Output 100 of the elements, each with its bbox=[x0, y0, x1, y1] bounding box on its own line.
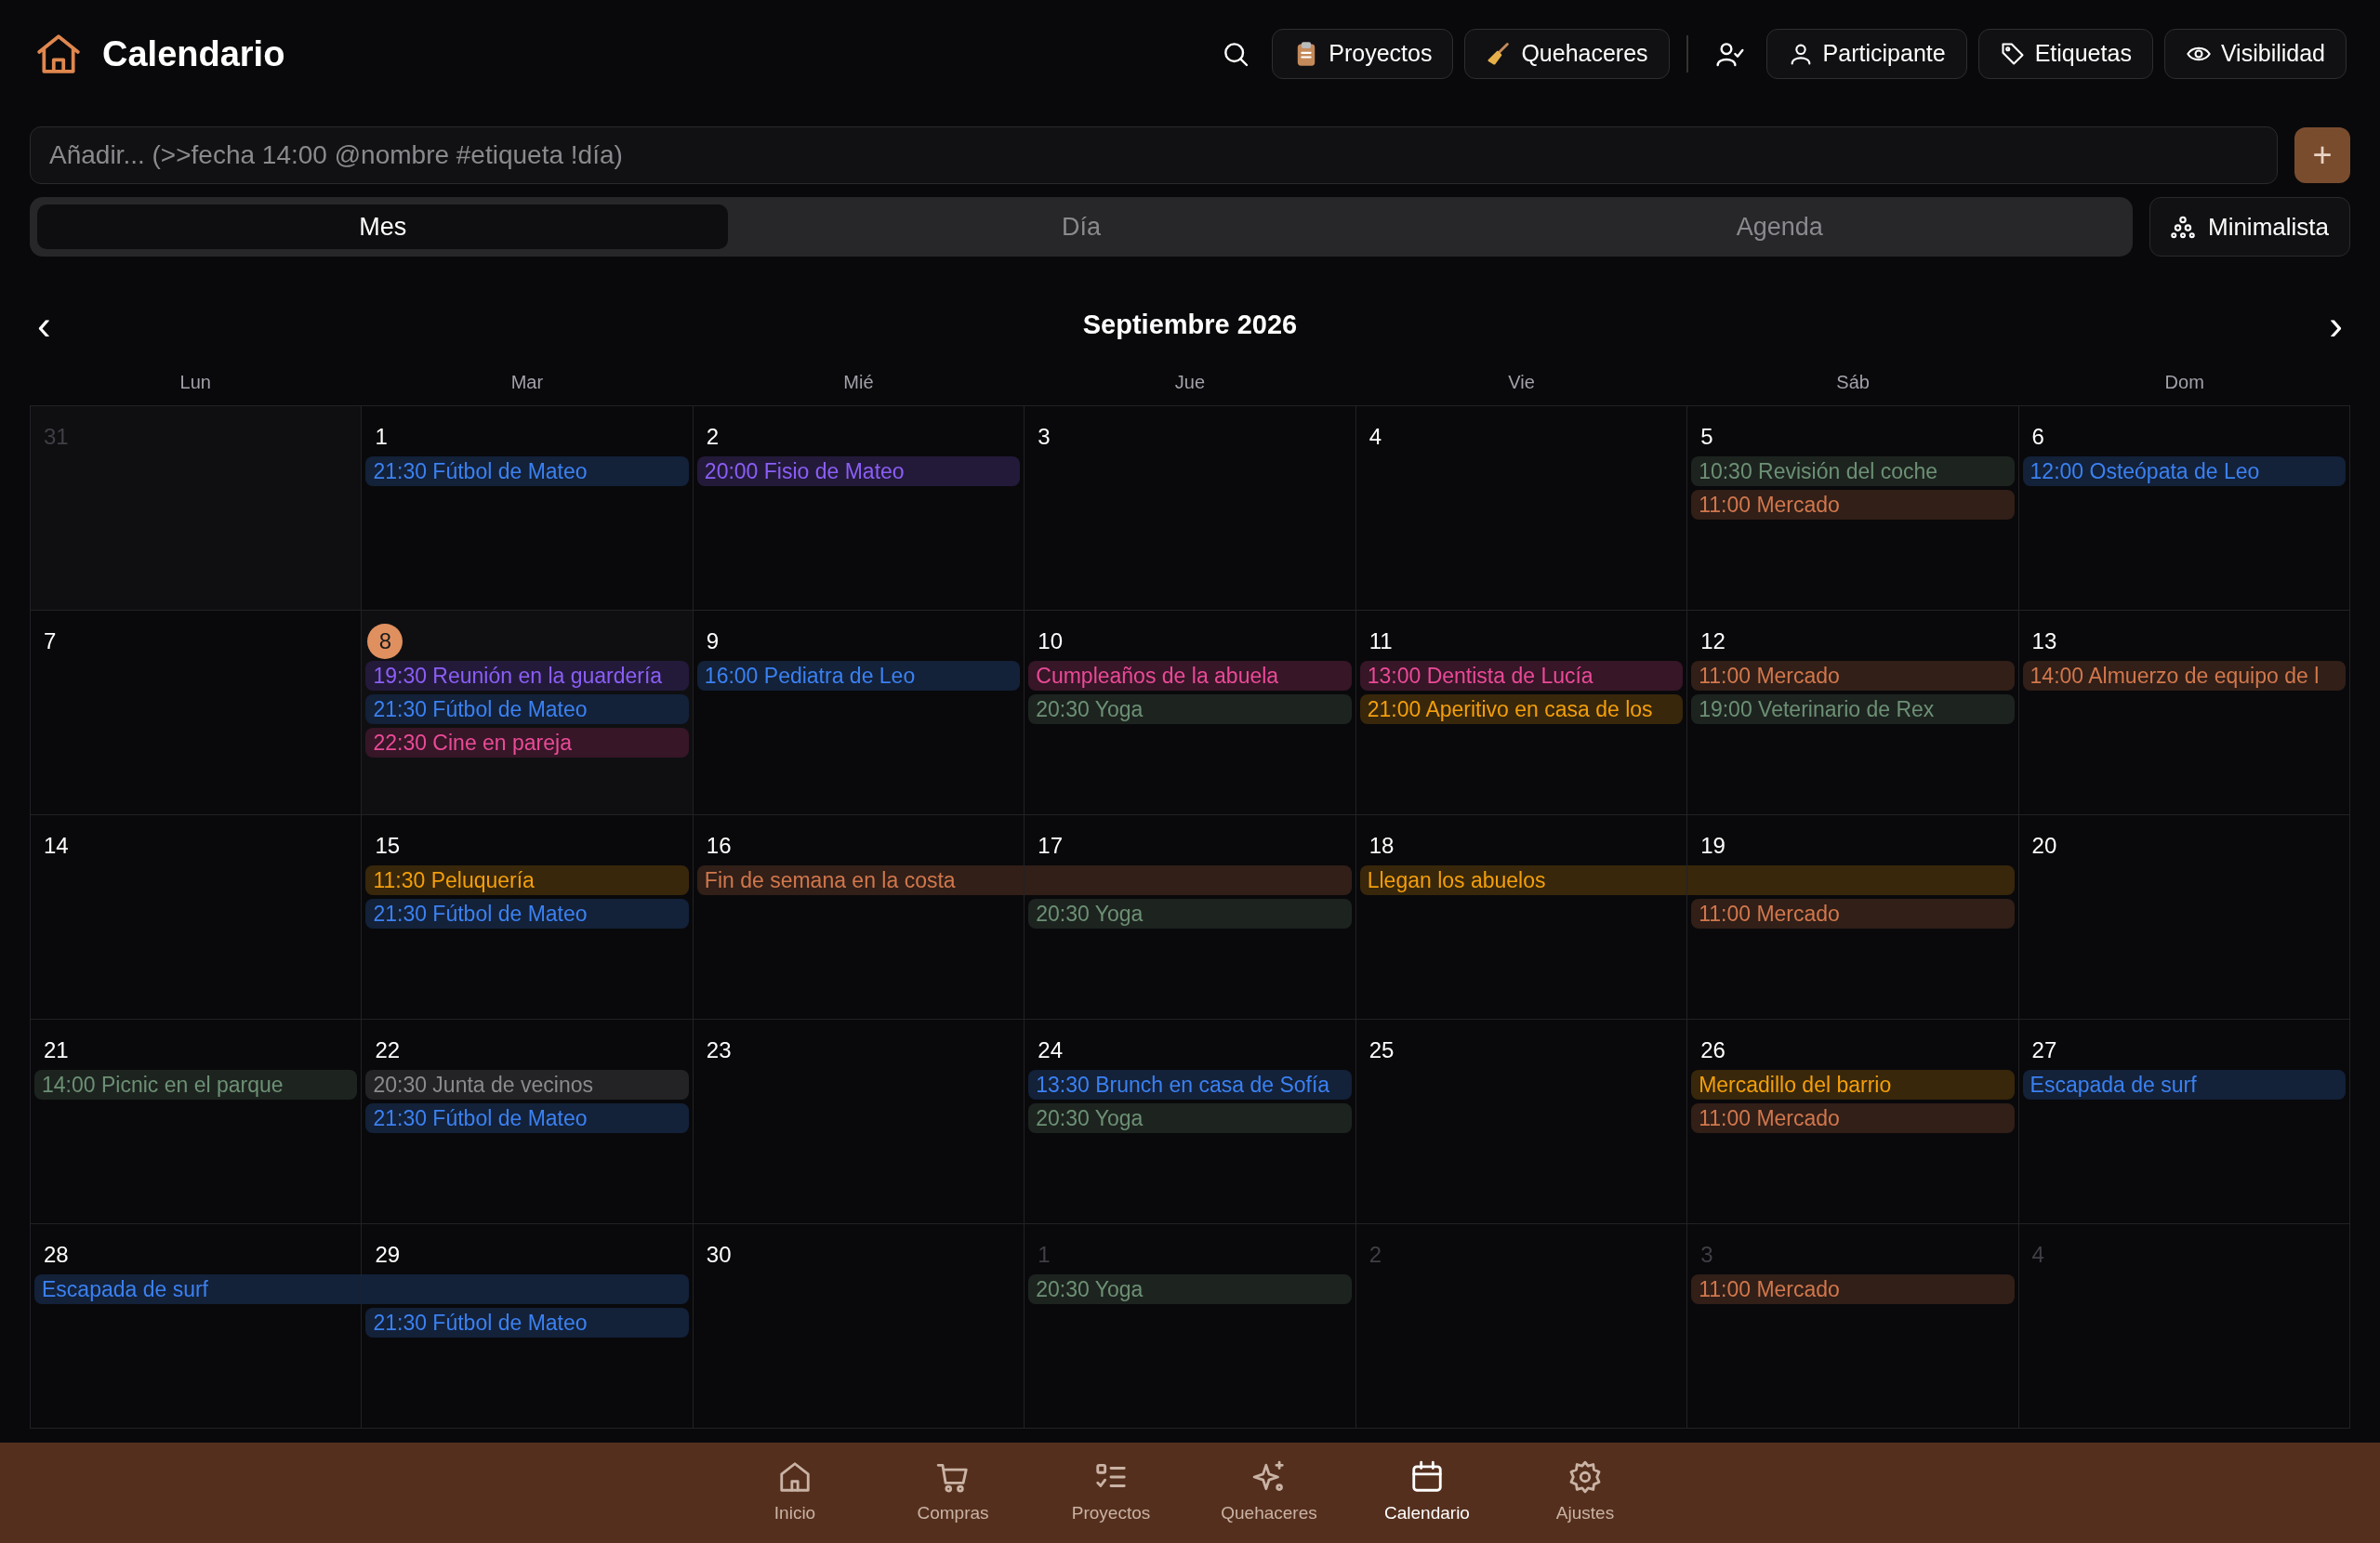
day-cell[interactable]: 9 16:00 Pediatra de Leo bbox=[693, 611, 1025, 815]
event-chip[interactable]: 11:00 Mercado bbox=[1691, 490, 2015, 520]
day-cell[interactable]: 29 21:30 Fútbol de Mateo bbox=[362, 1224, 694, 1429]
day-number: 29 bbox=[375, 1241, 402, 1269]
day-number: 23 bbox=[706, 1036, 733, 1064]
event-chip[interactable]: 21:30 Fútbol de Mateo bbox=[365, 1103, 689, 1133]
day-cell[interactable]: 14 bbox=[31, 815, 363, 1020]
view-tab[interactable]: Mes bbox=[37, 204, 729, 249]
day-number: 10 bbox=[1038, 627, 1064, 655]
event-chip[interactable]: 19:30 Reunión en la guardería bbox=[365, 661, 689, 691]
event-chip[interactable]: 10:30 Revisión del coche bbox=[1691, 456, 2015, 486]
event-chip[interactable]: 22:30 Cine en pareja bbox=[365, 728, 689, 758]
day-cell[interactable]: 2 20:00 Fisio de Mateo bbox=[693, 406, 1025, 611]
event-chip[interactable]: 11:00 Mercado bbox=[1691, 899, 2015, 929]
day-cell[interactable]: 24 13:30 Brunch en casa de Sofía 20:30 Yoga bbox=[1025, 1020, 1356, 1224]
event-chip[interactable]: 20:30 Yoga bbox=[1028, 899, 1352, 929]
add-button[interactable]: + bbox=[2294, 127, 2350, 183]
event-chip[interactable]: Escapada de surf bbox=[2022, 1070, 2346, 1100]
day-cell[interactable]: 1 20:30 Yoga bbox=[1025, 1224, 1356, 1429]
event-chip[interactable]: 21:30 Fútbol de Mateo bbox=[365, 694, 689, 724]
day-cell[interactable]: 26 Mercadillo del barrio 11:00 Mercado bbox=[1687, 1020, 2019, 1224]
day-cell[interactable]: 23 bbox=[693, 1020, 1025, 1224]
day-number: 26 bbox=[1700, 1036, 1726, 1064]
day-number: 3 bbox=[1038, 423, 1051, 451]
day-number: 1 bbox=[1038, 1241, 1051, 1269]
event-chip[interactable]: 12:00 Osteópata de Leo bbox=[2022, 456, 2346, 486]
day-cell[interactable]: 17 20:30 Yoga bbox=[1025, 815, 1356, 1020]
day-cell[interactable]: 7 bbox=[31, 611, 363, 815]
event-chip[interactable]: 21:30 Fútbol de Mateo bbox=[365, 899, 689, 929]
tag-button[interactable]: Etiquetas bbox=[1977, 29, 2153, 79]
event-chip[interactable]: Cumpleaños de la abuela bbox=[1028, 661, 1352, 691]
day-cell[interactable]: 16 Fin de semana en la costa bbox=[693, 815, 1025, 1020]
view-tab[interactable]: Agenda bbox=[1434, 204, 2125, 249]
day-cell[interactable]: 11 13:00 Dentista de Lucía 21:00 Aperitivo en casa de los bbox=[1355, 611, 1688, 815]
month-title: Septiembre 2026 bbox=[1082, 309, 1298, 342]
event-chip[interactable]: 16:00 Pediatra de Leo bbox=[696, 661, 1021, 691]
event-chip[interactable]: 14:00 Almuerzo de equipo de l bbox=[2022, 661, 2346, 691]
day-cell[interactable]: 4 bbox=[1355, 406, 1688, 611]
day-number: 19 bbox=[1700, 832, 1726, 860]
user-button[interactable]: Participante bbox=[1765, 29, 1967, 79]
event-chip[interactable]: Llegan los abuelos bbox=[1359, 865, 1687, 895]
day-cell[interactable]: 30 bbox=[693, 1224, 1025, 1429]
eye-button[interactable]: Visibilidad bbox=[2163, 29, 2347, 79]
next-month-button[interactable]: › bbox=[2329, 305, 2343, 346]
event-chip[interactable]: Escapada de surf bbox=[34, 1274, 362, 1304]
previous-month-button[interactable]: ‹ bbox=[37, 305, 51, 346]
day-cell[interactable]: 15 11:30 Peluquería 21:30 Fútbol de Mateo bbox=[362, 815, 694, 1020]
day-cell[interactable]: 10 Cumpleaños de la abuela 20:30 Yoga bbox=[1025, 611, 1356, 815]
event-chip[interactable]: 21:30 Fútbol de Mateo bbox=[365, 456, 689, 486]
nav-item[interactable]: Ajustes bbox=[1525, 1458, 1646, 1527]
day-cell[interactable]: 3 bbox=[1025, 406, 1356, 611]
day-cell[interactable]: 13 14:00 Almuerzo de equipo de l bbox=[2018, 611, 2350, 815]
broom-button[interactable]: Quehaceres bbox=[1464, 29, 1670, 79]
day-cell[interactable]: 5 10:30 Revisión del coche 11:00 Mercado bbox=[1687, 406, 2019, 611]
day-number: 12 bbox=[1700, 627, 1726, 655]
day-cell[interactable]: 6 12:00 Osteópata de Leo bbox=[2018, 406, 2350, 611]
day-cell[interactable]: 12 11:00 Mercado 19:00 Veterinario de Rex bbox=[1687, 611, 2019, 815]
add-input-field[interactable]: Añadir... (>>fecha 14:00 @nombre #etiqueta !día) bbox=[30, 126, 2278, 184]
event-chip[interactable]: 13:00 Dentista de Lucía bbox=[1359, 661, 1684, 691]
day-cell[interactable]: 3 11:00 Mercado bbox=[1687, 1224, 2019, 1429]
event-chip[interactable]: 20:30 Junta de vecinos bbox=[365, 1070, 689, 1100]
day-cell[interactable]: 28 Escapada de surf bbox=[31, 1224, 363, 1429]
day-cell[interactable]: 27 Escapada de surf bbox=[2018, 1020, 2350, 1224]
day-cell[interactable]: 18 Llegan los abuelos bbox=[1355, 815, 1688, 1020]
day-cell[interactable]: 19 11:00 Mercado bbox=[1687, 815, 2019, 1020]
weekday-label: Dom bbox=[2164, 371, 2204, 394]
event-chip[interactable]: 20:30 Yoga bbox=[1028, 1103, 1352, 1133]
clipboard-button[interactable]: Proyectos bbox=[1272, 29, 1454, 79]
day-number: 20 bbox=[2031, 832, 2058, 860]
nav-item[interactable]: Calendario bbox=[1367, 1458, 1488, 1527]
event-chip[interactable]: 19:00 Veterinario de Rex bbox=[1691, 694, 2015, 724]
event-chip[interactable]: 11:30 Peluquería bbox=[365, 865, 689, 895]
weekday-label: Sáb bbox=[1836, 371, 1870, 394]
event-chip[interactable]: 11:00 Mercado bbox=[1691, 1103, 2015, 1133]
day-number: 6 bbox=[2031, 423, 2045, 451]
event-chip[interactable]: 13:30 Brunch en casa de Sofía bbox=[1028, 1070, 1352, 1100]
event-chip[interactable]: 21:30 Fútbol de Mateo bbox=[365, 1308, 689, 1338]
day-cell[interactable]: 25 bbox=[1355, 1020, 1688, 1224]
event-chip[interactable]: Fin de semana en la costa bbox=[696, 865, 1025, 895]
nav-item[interactable]: Inicio bbox=[734, 1458, 855, 1527]
event-chip[interactable]: 20:30 Yoga bbox=[1028, 1274, 1352, 1304]
day-cell[interactable]: 22 20:30 Junta de vecinos 21:30 Fútbol de Mateo bbox=[362, 1020, 694, 1224]
event-chip[interactable]: 11:00 Mercado bbox=[1691, 1274, 2015, 1304]
day-cell[interactable]: 20 bbox=[2018, 815, 2350, 1020]
event-chip[interactable]: 14:00 Picnic en el parque bbox=[34, 1070, 358, 1100]
calendar-icon bbox=[1409, 1458, 1445, 1495]
view-tab[interactable]: Día bbox=[735, 204, 1427, 249]
day-cell[interactable]: 8 19:30 Reunión en la guardería 21:30 Fútbol de Mateo 22:30 Cine en pareja bbox=[362, 611, 694, 815]
event-chip[interactable]: 11:00 Mercado bbox=[1691, 661, 2015, 691]
nav-item[interactable]: Quehaceres bbox=[1209, 1458, 1329, 1527]
event-chip[interactable]: 20:00 Fisio de Mateo bbox=[696, 456, 1021, 486]
day-cell[interactable]: 21 14:00 Picnic en el parque bbox=[31, 1020, 363, 1224]
event-chip[interactable]: 21:00 Aperitivo en casa de los bbox=[1359, 694, 1684, 724]
minimal-view-button[interactable]: Minimalista bbox=[2149, 197, 2350, 257]
event-chip[interactable]: Mercadillo del barrio bbox=[1691, 1070, 2015, 1100]
nav-item[interactable]: Compras bbox=[892, 1458, 1013, 1527]
nav-item[interactable]: Proyectos bbox=[1051, 1458, 1171, 1527]
day-cell[interactable]: 1 21:30 Fútbol de Mateo bbox=[362, 406, 694, 611]
event-chip[interactable]: 20:30 Yoga bbox=[1028, 694, 1352, 724]
day-number: 22 bbox=[375, 1036, 402, 1064]
